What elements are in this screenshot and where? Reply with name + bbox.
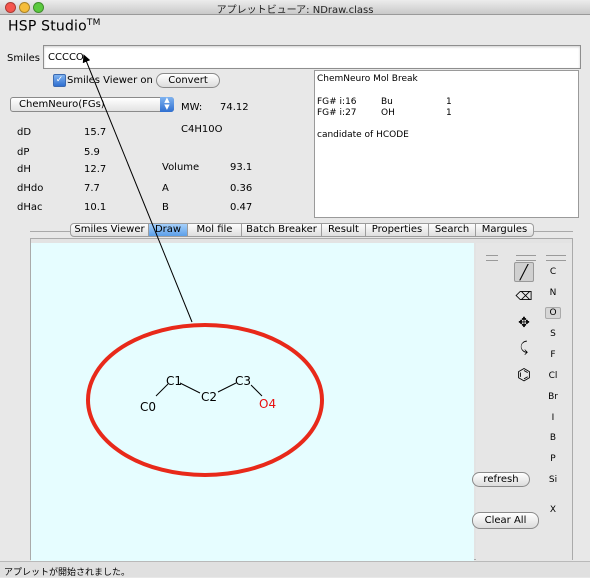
status-text: アプレットが開始されました。 — [4, 568, 131, 578]
bond-c1-c2 — [179, 382, 201, 394]
bond-c2-c3 — [217, 382, 237, 393]
molecule-drawing[interactable]: C0 C1 C2 C3 O4 — [140, 374, 276, 414]
pointer-arrow — [82, 54, 193, 323]
bond-c3-o4 — [250, 384, 263, 397]
annotation-overlay: C0 C1 C2 C3 O4 — [82, 54, 324, 477]
atom-label: O4 — [259, 397, 276, 411]
atom-label: C0 — [140, 400, 156, 414]
atom-label: C1 — [166, 374, 182, 388]
atom-label: C3 — [235, 374, 251, 388]
atom-label: C2 — [201, 390, 217, 404]
